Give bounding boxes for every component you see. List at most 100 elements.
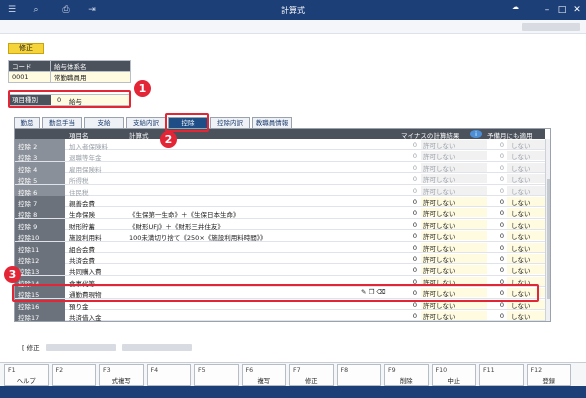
table-row[interactable]: 控除 4 雇用保険料 0 許可しない 0 しない xyxy=(15,161,545,174)
fkey-f1[interactable]: F1 ヘルプ xyxy=(4,364,49,386)
table-row[interactable]: 控除11 組合会費 0 許可しない 0 しない xyxy=(15,241,545,254)
tab-shikyu[interactable]: 支給 xyxy=(84,117,124,128)
fkey-label: 登録 xyxy=(542,378,556,385)
window-title: 計算式 xyxy=(281,6,305,15)
table-row[interactable]: 控除 5 所得税 0 許可しない 0 しない xyxy=(15,173,545,185)
row-negative-select[interactable]: 許可しない xyxy=(421,151,487,161)
row-negative-select[interactable]: 許可しない xyxy=(421,265,487,275)
fkey-f6[interactable]: F6 複写 xyxy=(241,364,286,386)
minimize-icon[interactable]: – xyxy=(540,3,554,17)
row-advance-select[interactable]: しない xyxy=(507,265,545,275)
row-negative-count: 0 xyxy=(412,163,417,172)
table-row[interactable]: 控除 9 財形貯蓄 《財形UFJ》＋《財形三井住友》 0 許可しない 0 しない xyxy=(15,218,545,231)
row-advance-count: 0 xyxy=(499,266,504,275)
row-code: 控除 3 xyxy=(15,150,65,162)
table-row[interactable]: 控除 7 親善会費 0 許可しない 0 しない xyxy=(15,196,545,208)
fkey-f12[interactable]: F12 登録 xyxy=(526,364,571,386)
maximize-icon[interactable]: □ xyxy=(555,3,569,17)
row-negative-count: 0 xyxy=(412,198,417,206)
fkey-number: F4 xyxy=(150,367,159,374)
header-name-value[interactable]: 常勤職員用 xyxy=(50,71,131,83)
row-negative-count: 0 xyxy=(412,175,417,184)
info-icon[interactable]: i xyxy=(470,130,482,138)
close-icon[interactable]: ✕ xyxy=(570,3,584,17)
row-negative-select[interactable]: 許可しない xyxy=(421,242,487,252)
tab-shikyu-uchiwake[interactable]: 支給内訳 xyxy=(126,117,166,128)
table-row[interactable]: 控除17 共済借入金 0 許可しない 0 しない xyxy=(15,310,545,321)
row-negative-select[interactable]: 許可しない xyxy=(421,254,487,263)
row-negative-select[interactable]: 許可しない xyxy=(421,185,487,195)
row-negative-select[interactable]: 許可しない xyxy=(421,162,487,172)
row-advance-select[interactable]: しない xyxy=(507,185,545,195)
row-code: 控除 5 xyxy=(15,173,65,185)
tab-kojo-uchiwake[interactable]: 控除内訳 xyxy=(210,117,250,128)
table-row[interactable]: 控除12 共済会費 0 許可しない 0 しない xyxy=(15,253,545,265)
table-row[interactable]: 控除 3 退職等年金 0 許可しない 0 しない xyxy=(15,150,545,162)
row-advance-select[interactable]: しない xyxy=(507,311,545,320)
row-negative-select[interactable]: 許可しない xyxy=(421,140,487,149)
fkey-f11[interactable]: F11 xyxy=(479,364,524,386)
fkey-number: F3 xyxy=(103,367,111,374)
row-advance-count: 0 xyxy=(499,220,504,229)
row-negative-select[interactable]: 許可しない xyxy=(421,208,487,218)
row-advance-count: 0 xyxy=(499,312,504,320)
header-code-value[interactable]: 0001 xyxy=(8,71,51,83)
row-negative-count: 0 xyxy=(412,186,417,195)
row-code: 控除 6 xyxy=(15,184,65,196)
header-code-label: コード xyxy=(8,60,51,72)
fkey-f7[interactable]: F7 修正 xyxy=(289,364,334,386)
fkey-label: 中止 xyxy=(447,378,461,385)
table-row[interactable]: 控除 8 生命保険 《生保第一生命》＋《生保日本生命》 0 許可しない 0 しない xyxy=(15,207,545,219)
tab-kintai[interactable]: 勤怠 xyxy=(14,117,40,128)
scroll-thumb[interactable] xyxy=(547,179,550,299)
row-negative-select[interactable]: 許可しない xyxy=(421,197,487,206)
title-bar: ☰ ⌕ ⎙ ⇥ 計算式 ☁ – □ ✕ xyxy=(0,0,586,20)
row-advance-select[interactable]: しない xyxy=(507,254,545,263)
sub-bar xyxy=(0,20,586,34)
table-row[interactable]: 控除10 施設利用料 100未満切り捨て《250×《施設利用料時間》》 0 許可しない 0… xyxy=(15,230,545,242)
row-code: 控除12 xyxy=(15,253,65,264)
fkey-f8[interactable]: F8 xyxy=(336,364,381,386)
row-negative-count: 0 xyxy=(412,209,417,218)
table-row[interactable]: 控除 2 加入者保険料 0 許可しない 0 しない xyxy=(15,139,545,151)
row-advance-select[interactable]: しない xyxy=(507,162,545,172)
table-row[interactable]: 控除 6 住民税 0 許可しない 0 しない xyxy=(15,184,545,197)
header-table: コード 給与体系名 0001 常勤職員用 xyxy=(8,60,131,83)
row-negative-select[interactable]: 許可しない xyxy=(421,311,487,320)
status-extra-redacted xyxy=(122,344,192,351)
row-negative-select[interactable]: 許可しない xyxy=(421,174,487,184)
row-advance-select[interactable]: しない xyxy=(507,174,545,184)
row-advance-select[interactable]: しない xyxy=(507,231,545,241)
row-advance-select[interactable]: しない xyxy=(507,151,545,161)
vertical-scrollbar[interactable] xyxy=(545,139,550,321)
row-advance-select[interactable]: しない xyxy=(507,140,545,149)
fkey-f10[interactable]: F10 中止 xyxy=(431,364,476,386)
fkey-number: F12 xyxy=(530,367,543,374)
header-name-label: 給与体系名 xyxy=(50,60,131,72)
row-advance-select[interactable]: しない xyxy=(507,208,545,218)
function-key-bar: F1 ヘルプ F2 F3 式複写 F4 F5 F6 複写 F7 修正 F8 F9 削除 F10 中止 F11 F1… xyxy=(0,362,586,386)
fkey-f4[interactable]: F4 xyxy=(146,364,191,386)
tab-kintai-teate[interactable]: 勤怠手当 xyxy=(42,117,82,128)
fkey-number: F2 xyxy=(55,367,64,374)
table-row[interactable]: 控除13 共同購入費 0 許可しない 0 しない xyxy=(15,264,545,276)
row-advance-select[interactable]: しない xyxy=(507,197,545,206)
row-advance-select[interactable]: しない xyxy=(507,242,545,252)
fkey-f2[interactable]: F2 xyxy=(51,364,96,386)
row-code: 控除 8 xyxy=(15,207,65,219)
fkey-number: F7 xyxy=(293,367,301,374)
row-advance-select[interactable]: しない xyxy=(507,219,545,229)
tab-staff-info[interactable]: 教職員情報 xyxy=(252,117,292,128)
row-advance-count: 0 xyxy=(499,175,504,184)
fkey-f3[interactable]: F3 式複写 xyxy=(99,364,144,386)
fkey-number: F10 xyxy=(435,367,448,374)
callout-3: 3 xyxy=(4,266,21,283)
row-negative-select[interactable]: 許可しない xyxy=(421,231,487,241)
fkey-f5[interactable]: F5 xyxy=(194,364,239,386)
fkey-f9[interactable]: F9 削除 xyxy=(384,364,429,386)
row-advance-count: 0 xyxy=(499,232,504,241)
row-code: 控除13 xyxy=(15,264,65,276)
row-code: 控除 2 xyxy=(15,139,65,150)
row-name[interactable]: 共済借入金 xyxy=(69,312,102,321)
row-negative-select[interactable]: 許可しない xyxy=(421,219,487,229)
